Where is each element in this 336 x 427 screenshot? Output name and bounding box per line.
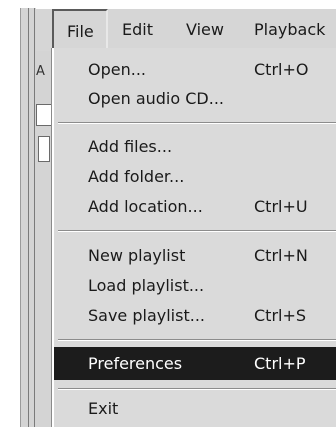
file-menu-dropdown: Open... Ctrl+O Open audio CD... Add file… <box>52 48 336 427</box>
menu-item-label: Open audio CD... <box>88 89 224 108</box>
menu-bar: File Edit View Playback <box>36 8 336 51</box>
menu-playback-label: Playback <box>254 20 326 39</box>
menu-item-open-audio-cd[interactable]: Open audio CD... <box>54 84 336 114</box>
menu-item-shortcut: Ctrl+S <box>254 306 307 325</box>
frame-border-line <box>34 8 35 427</box>
menu-item-label: Load playlist... <box>88 276 205 295</box>
menu-playback[interactable]: Playback <box>254 9 325 51</box>
menu-item-label: Add folder... <box>88 167 185 186</box>
menu-item-label: Add files... <box>88 137 173 156</box>
menu-item-label: Exit <box>88 399 119 418</box>
menu-item-new-playlist[interactable]: New playlist Ctrl+N <box>54 241 336 271</box>
menu-item-preferences[interactable]: Preferences Ctrl+P <box>54 347 336 380</box>
background-tab: A <box>36 64 48 88</box>
menu-item-load-playlist[interactable]: Load playlist... <box>54 271 336 301</box>
menu-item-shortcut: Ctrl+N <box>254 246 308 265</box>
menu-file-label: File <box>67 22 94 41</box>
menu-item-exit[interactable]: Exit <box>54 394 336 424</box>
menu-view[interactable]: View <box>186 9 224 51</box>
menu-item-shortcut: Ctrl+O <box>254 60 309 79</box>
menu-separator <box>58 122 336 124</box>
menu-item-label: Open... <box>88 60 146 79</box>
menu-item-shortcut: Ctrl+U <box>254 197 308 216</box>
menu-item-label: New playlist <box>88 246 186 265</box>
background-panel <box>38 136 50 162</box>
menu-item-save-playlist[interactable]: Save playlist... Ctrl+S <box>54 301 336 331</box>
menu-file[interactable]: File <box>52 9 108 51</box>
menu-item-add-files[interactable]: Add files... <box>54 132 336 162</box>
menu-item-label: Add location... <box>88 197 203 216</box>
background-tab-label: A <box>36 64 45 79</box>
menu-separator <box>58 230 336 232</box>
menu-separator <box>58 388 336 390</box>
menu-item-shortcut: Ctrl+P <box>254 354 306 373</box>
menu-item-label: Preferences <box>88 354 183 373</box>
frame-border-line <box>28 8 29 427</box>
background-panel <box>36 104 52 126</box>
menu-item-open[interactable]: Open... Ctrl+O <box>54 55 336 85</box>
menu-view-label: View <box>186 20 224 39</box>
menu-edit[interactable]: Edit <box>122 9 153 51</box>
menu-edit-label: Edit <box>122 20 153 39</box>
menu-item-label: Save playlist... <box>88 306 205 325</box>
menu-separator <box>58 339 336 341</box>
menu-item-add-folder[interactable]: Add folder... <box>54 162 336 192</box>
menu-item-add-location[interactable]: Add location... Ctrl+U <box>54 192 336 222</box>
